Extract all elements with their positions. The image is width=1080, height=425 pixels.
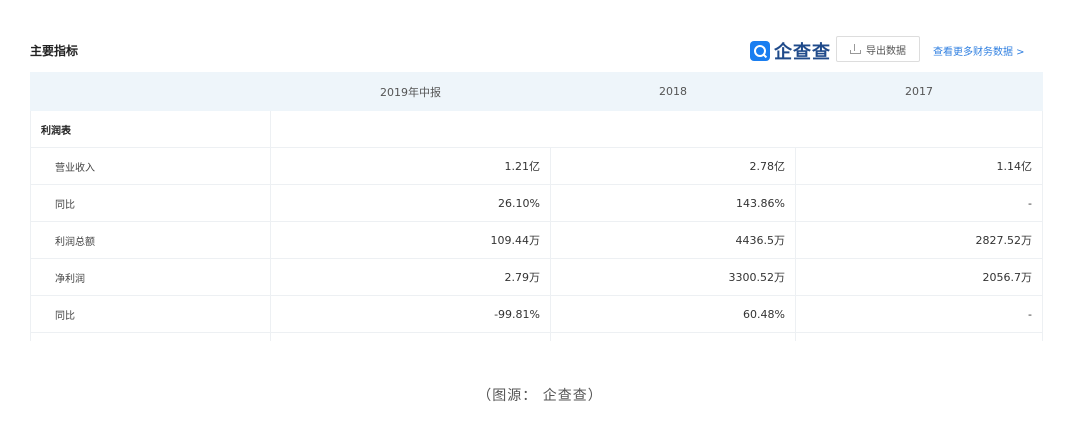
table-cell: 60.48% [550,295,796,333]
table-row: 同比 26.10% 143.86% - [30,184,1043,222]
section-header: 主要指标 企查查 导出数据 查看更多财务数据 > [30,36,1042,66]
row-label: 利润总额 [30,221,271,259]
table-cell: 3300.52万 [550,258,796,296]
section-label: 利润表 [30,110,271,148]
table-row: 同比 -99.81% 60.48% - [30,295,1043,333]
table-row: 营业收入 1.21亿 2.78亿 1.14亿 [30,147,1043,185]
table-cell: 143.86% [550,184,796,222]
row-label: 同比 [30,184,271,222]
table-cell: 1.21亿 [270,147,551,185]
download-icon [850,44,861,54]
more-financial-data-link[interactable]: 查看更多财务数据 > [933,43,1025,58]
table-cell: 4436.5万 [550,221,796,259]
table-cell: 2.79万 [270,258,551,296]
column-header [30,72,271,111]
table-row-cut [30,332,1043,341]
table-cell: 109.44万 [270,221,551,259]
column-header: 2019年中报 [270,72,551,111]
section-title: 主要指标 [30,44,79,58]
export-data-label: 导出数据 [866,45,906,57]
brand-logo: 企查查 [750,38,831,64]
table-cell: 1.14亿 [795,147,1043,185]
qichacha-logo-icon [750,41,770,61]
table-cell: -99.81% [270,295,551,333]
export-data-button[interactable]: 导出数据 [836,36,920,62]
table-cell: 2827.52万 [795,221,1043,259]
column-header: 2018 [550,72,796,111]
row-label: 净利润 [30,258,271,296]
table-header-row: 2019年中报 2018 2017 [30,72,1043,111]
section-row: 利润表 [30,110,1043,148]
table-row: 利润总额 109.44万 4436.5万 2827.52万 [30,221,1043,259]
table-cell: 2056.7万 [795,258,1043,296]
key-indicators-table: 2019年中报 2018 2017 利润表 营业收入 1.21亿 2.78亿 1… [30,72,1043,341]
table-cell: - [795,184,1043,222]
row-label: 营业收入 [30,147,271,185]
table-row: 净利润 2.79万 3300.52万 2056.7万 [30,258,1043,296]
table-cell: - [795,295,1043,333]
column-header: 2017 [795,72,1043,111]
image-caption: （图源： 企查查） [477,388,603,404]
table-cell: 2.78亿 [550,147,796,185]
row-label: 同比 [30,295,271,333]
table-cell: 26.10% [270,184,551,222]
brand-name: 企查查 [774,42,831,63]
